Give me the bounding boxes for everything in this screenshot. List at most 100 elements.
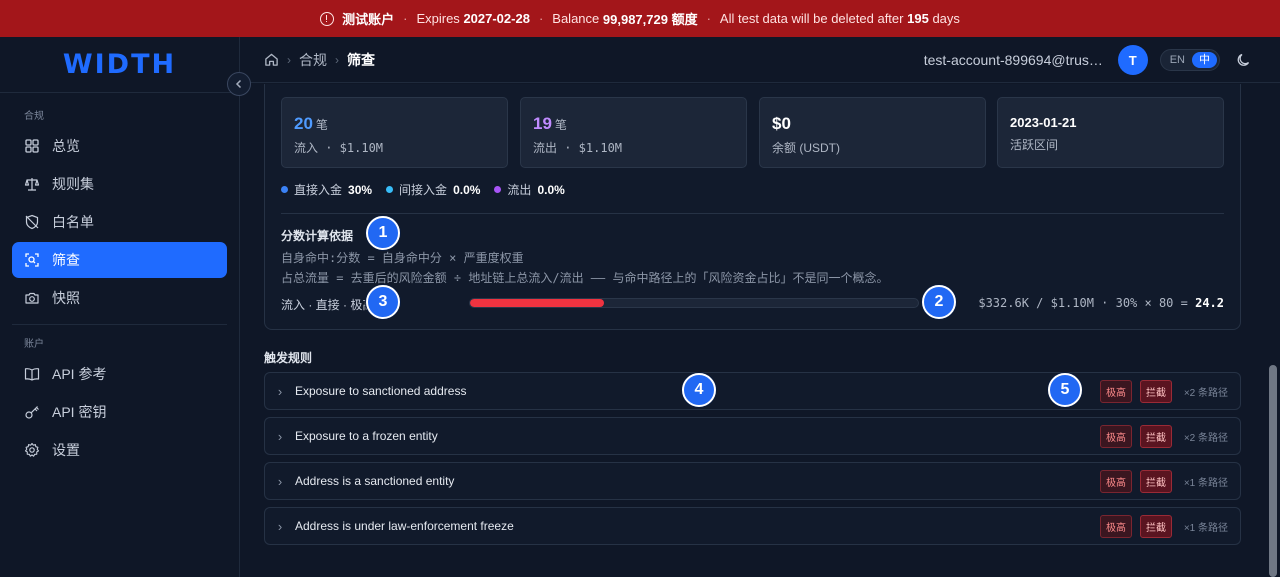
legend-item: 流出 0.0% <box>494 181 565 198</box>
chevron-right-icon[interactable]: › <box>265 429 295 444</box>
home-icon[interactable] <box>264 52 279 67</box>
logo[interactable]: WIDTH <box>0 37 239 93</box>
rule-row[interactable]: › Exposure to a frozen entity 极高 拦截 ×2 条路径 <box>264 417 1241 455</box>
shield-off-icon <box>24 214 40 230</box>
banner-balance-value: 99,987,729 额度 <box>602 12 698 27</box>
path-count: ×2 条路径 <box>1183 432 1228 444</box>
language-toggle[interactable]: EN 中 <box>1159 49 1220 71</box>
sidebar-item-label: API 参考 <box>52 366 107 382</box>
sidebar-item-book[interactable]: API 参考 <box>12 356 227 392</box>
rule-row[interactable]: › Address is under law-enforcement freeze… <box>264 507 1241 545</box>
breadcrumb-current: 筛查 <box>347 51 375 68</box>
sidebar-item-key[interactable]: API 密钥 <box>12 394 227 430</box>
marker-1: 1 <box>366 216 400 250</box>
user-email[interactable]: test-account-899694@trustin.info <box>924 52 1106 68</box>
sidebar-item-label: 快照 <box>52 290 80 306</box>
path-count: ×2 条路径 <box>1183 387 1228 399</box>
rule-row[interactable]: › Address is a sanctioned entity 极高 拦截 ×1 条路… <box>264 462 1241 500</box>
calc-expression: $332.6K / $1.10M · 30% × 80 = <box>978 296 1188 310</box>
stat-subtitle: 活跃区间 <box>1010 138 1059 152</box>
divider <box>281 213 1224 214</box>
rule-row[interactable]: › Exposure to sanctioned address 极高 拦截 ×2 条路… <box>264 372 1241 410</box>
stat-subtitle: 余额 (USDT) <box>772 141 840 155</box>
key-icon <box>24 404 40 420</box>
stat-card: 19 笔流出 · $1.10M <box>520 97 747 168</box>
breadcrumb-compliance[interactable]: 合规 <box>299 50 327 70</box>
chevron-right-icon[interactable]: › <box>265 384 295 399</box>
logo-text: WIDTH <box>62 49 177 80</box>
legend-item: 间接入金 0.0% <box>386 181 480 198</box>
camera-icon <box>24 290 40 306</box>
banner-notice-days: 195 <box>907 11 929 26</box>
test-account-banner: 测试账户 · Expires 2027-02-28 · Balance 99,9… <box>0 0 1280 37</box>
chevron-left-icon <box>235 79 242 89</box>
banner-balance-label: Balance <box>552 11 600 26</box>
nav-divider <box>12 324 227 325</box>
sidebar-item-shield-off[interactable]: 白名单 <box>12 204 227 240</box>
legend-swatch <box>386 186 394 193</box>
path-count: ×1 条路径 <box>1183 477 1228 489</box>
grid-icon <box>24 138 40 154</box>
sidebar: WIDTH 合规 总览 规则集 白名单 筛查 快照 账户 API 参考 API 密钥 设置 <box>0 37 240 577</box>
stat-unit: 笔 <box>554 118 567 132</box>
legend-value: 30% <box>348 182 373 197</box>
rule-name: Exposure to sanctioned address <box>295 384 467 398</box>
rule-name: Address is under law-enforcement freeze <box>295 519 514 533</box>
top-header: › 合规 › 筛查 test-account-899694@trustin.in… <box>240 37 1280 83</box>
sidebar-item-scan[interactable]: 筛查 <box>12 242 227 278</box>
scrollbar-thumb[interactable] <box>1269 365 1277 577</box>
collapse-sidebar-button[interactable] <box>227 72 251 96</box>
lang-zh-option[interactable]: 中 <box>1192 52 1217 68</box>
rule-name: Exposure to a frozen entity <box>295 429 438 443</box>
action-badge: 拦截 <box>1140 424 1172 448</box>
lang-en-option[interactable]: EN <box>1163 54 1192 66</box>
action-badge: 拦截 <box>1140 469 1172 493</box>
banner-expires-value: 2027-02-28 <box>463 11 530 26</box>
stat-card: 2023-01-21 活跃区间 <box>997 97 1224 168</box>
sidebar-item-label: 白名单 <box>52 214 94 230</box>
legend-label: 直接入金 <box>294 183 343 197</box>
marker-4: 4 <box>682 373 716 407</box>
stat-subtitle: 流出 · $1.10M <box>533 141 623 155</box>
risk-share-bar <box>469 298 919 308</box>
settings-icon <box>24 442 40 458</box>
chevron-right-icon[interactable]: › <box>265 474 295 489</box>
sidebar-item-grid[interactable]: 总览 <box>12 128 227 164</box>
stat-unit: 笔 <box>315 118 328 132</box>
legend-swatch <box>281 186 288 193</box>
score-basis-title: 分数计算依据 <box>281 229 354 243</box>
severity-badge: 极高 <box>1100 424 1132 448</box>
section-label-account: 账户 <box>24 339 44 350</box>
main-scrollbar[interactable] <box>1266 84 1280 577</box>
stat-value: $0 <box>772 114 791 133</box>
severity-badge: 极高 <box>1100 469 1132 493</box>
severity-badge: 极高 <box>1100 514 1132 538</box>
marker-5: 5 <box>1048 373 1082 407</box>
legend-item: 直接入金 30% <box>281 181 372 198</box>
marker-2: 2 <box>922 285 956 319</box>
stat-card: $0 余额 (USDT) <box>759 97 986 168</box>
breadcrumb: › 合规 › 筛查 <box>240 50 375 70</box>
sidebar-item-camera[interactable]: 快照 <box>12 280 227 316</box>
stat-value: 20 <box>294 114 313 133</box>
book-icon <box>24 366 40 382</box>
formula-self-hit: 自身命中:分数 = 自身命中分 × 严重度权重 <box>281 251 524 265</box>
flow-legend: 直接入金 30% 间接入金 0.0% 流出 0.0% <box>281 181 565 198</box>
calc-result: 24.2 <box>1195 296 1224 310</box>
score-calculation: $332.6K / $1.10M · 30% × 80 = 24.2 <box>978 296 1224 310</box>
banner-notice-suffix: days <box>932 11 960 26</box>
severity-badge: 极高 <box>1100 379 1132 403</box>
sidebar-item-scale[interactable]: 规则集 <box>12 166 227 202</box>
action-badge: 拦截 <box>1140 379 1172 403</box>
marker-3: 3 <box>366 285 400 319</box>
avatar[interactable]: T <box>1117 45 1148 75</box>
banner-expires-label: Expires <box>416 11 460 26</box>
stat-value: 2023-01-21 <box>1010 115 1077 130</box>
path-count: ×1 条路径 <box>1183 522 1228 534</box>
chevron-right-icon[interactable]: › <box>265 519 295 534</box>
sidebar-item-label: 总览 <box>52 138 80 154</box>
rule-name: Address is a sanctioned entity <box>295 474 455 488</box>
sidebar-item-settings[interactable]: 设置 <box>12 432 227 468</box>
stat-card: 20 笔流入 · $1.10M <box>281 97 508 168</box>
moon-icon[interactable] <box>1236 52 1252 68</box>
